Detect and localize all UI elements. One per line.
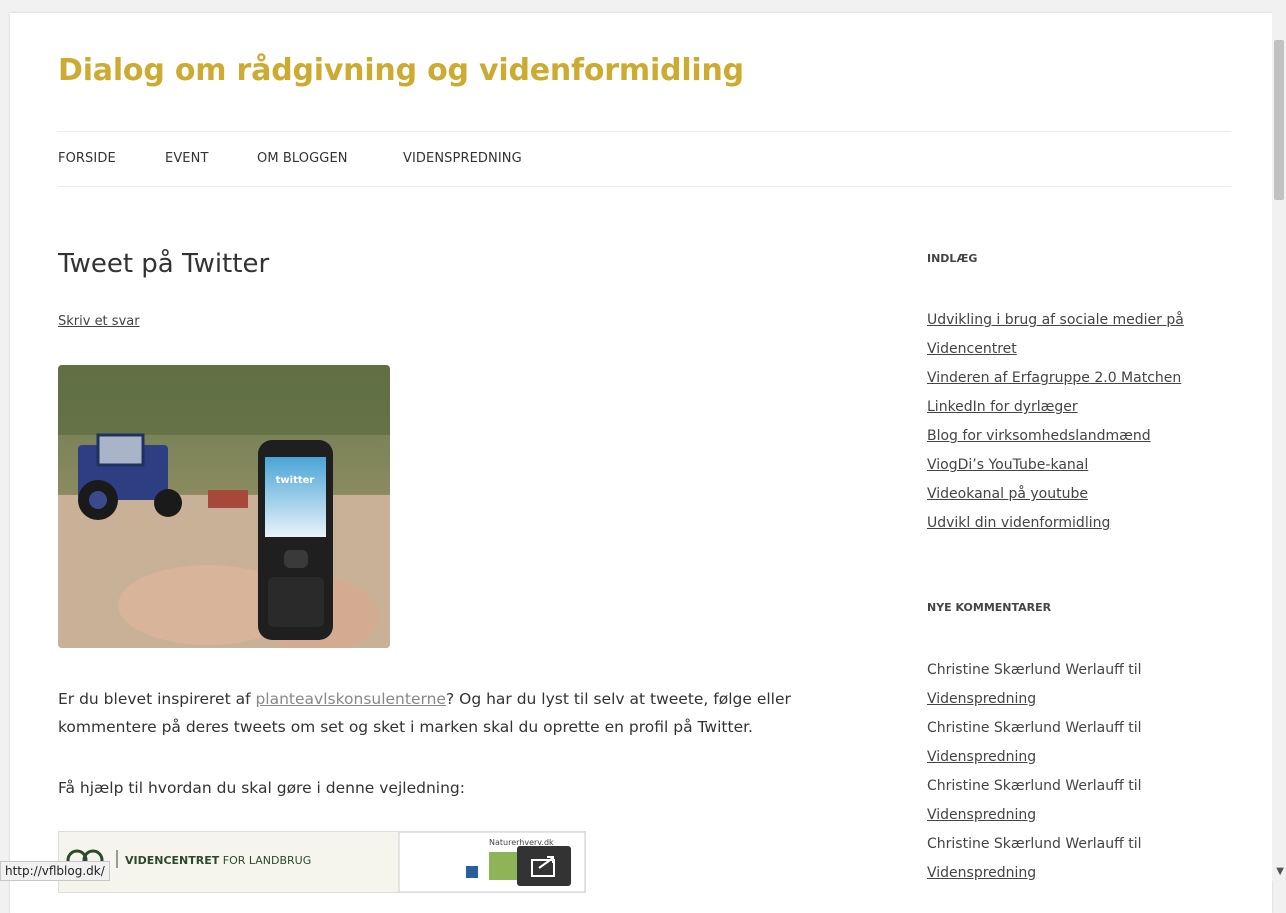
nav-item-forside[interactable]: FORSIDE: [58, 151, 116, 166]
vejledning-embed[interactable]: VIDENCENTRET FOR LANDBRUG Naturerhverv.d…: [58, 831, 586, 893]
phone-screen-text: twitter: [276, 475, 315, 486]
comment-author: Christine Skærlund Werlauff til: [927, 662, 1142, 678]
p1-before: Er du blevet inspireret af: [58, 690, 256, 708]
share-icon: [531, 856, 555, 877]
recent-post-link[interactable]: Videokanal på youtube: [927, 480, 1184, 509]
post-paragraph-2: Få hjælp til hvordan du skal gøre i denn…: [58, 779, 465, 797]
p1-line2: kommentere på deres tweets om set og ske…: [58, 718, 753, 736]
recent-post-link[interactable]: Vinderen af Erfagruppe 2.0 Matchen: [927, 364, 1184, 393]
nav-item-om-bloggen[interactable]: OM BLOGGEN: [257, 151, 348, 166]
recent-post-link[interactable]: Blog for virksomhedslandmænd: [927, 422, 1184, 451]
comment-author: Christine Skærlund Werlauff til: [927, 836, 1142, 852]
widget-title-indlaeg: INDLÆG: [927, 252, 978, 265]
nav-item-event[interactable]: EVENT: [165, 151, 209, 166]
post-featured-image[interactable]: twitter: [58, 365, 390, 648]
comment-post-link[interactable]: Videnspredning: [927, 801, 1141, 830]
comment-author: Christine Skærlund Werlauff til: [927, 778, 1142, 794]
post-title: Tweet på Twitter: [58, 249, 270, 279]
recent-post-link[interactable]: ViogDi’s YouTube-kanal: [927, 451, 1184, 480]
recent-post-link[interactable]: Videncentret: [927, 335, 1184, 364]
scroll-down-arrow-icon[interactable]: ▼: [1276, 866, 1284, 877]
recent-posts-list: Udvikling i brug af sociale medier på Vi…: [927, 306, 1184, 538]
share-button[interactable]: [517, 846, 571, 886]
nav-item-videnspredning[interactable]: VIDENSPREDNING: [403, 151, 522, 166]
comment-post-link[interactable]: Videnspredning: [927, 859, 1141, 888]
page-container: Dialog om rådgivning og videnformidling …: [10, 13, 1272, 913]
reply-link[interactable]: Skriv et svar: [58, 314, 140, 329]
comment-author: Christine Skærlund Werlauff til: [927, 720, 1142, 736]
status-bar-url: http://vflblog.dk/: [0, 861, 110, 881]
widget-title-kommentarer: NYE KOMMENTARER: [927, 601, 1052, 614]
vertical-scrollbar[interactable]: ▼: [1272, 0, 1286, 881]
comment-post-link[interactable]: Videnspredning: [927, 685, 1141, 714]
planteavlskonsulenterne-link[interactable]: planteavlskonsulenterne: [255, 690, 446, 708]
recent-post-link[interactable]: Udvikling i brug af sociale medier på: [927, 306, 1184, 335]
recent-comments-list: Christine Skærlund Werlauff til Videnspr…: [927, 656, 1141, 888]
comment-post-link[interactable]: Videnspredning: [927, 743, 1141, 772]
vejledning-logo-text: VIDENCENTRET FOR LANDBRUG: [125, 854, 312, 867]
recent-post-link[interactable]: LinkedIn for dyrlæger: [927, 393, 1184, 422]
recent-post-link[interactable]: Udvikl din videnformidling: [927, 509, 1184, 538]
post-paragraph-1: Er du blevet inspireret af planteavlskon…: [58, 685, 791, 741]
site-title[interactable]: Dialog om rådgivning og videnformidling: [58, 53, 744, 88]
main-navigation: FORSIDE EVENT OM BLOGGEN VIDENSPREDNING: [58, 131, 1231, 187]
scrollbar-thumb[interactable]: [1274, 40, 1284, 200]
p1-after: ? Og har du lyst til selv at tweete, føl…: [445, 690, 791, 708]
